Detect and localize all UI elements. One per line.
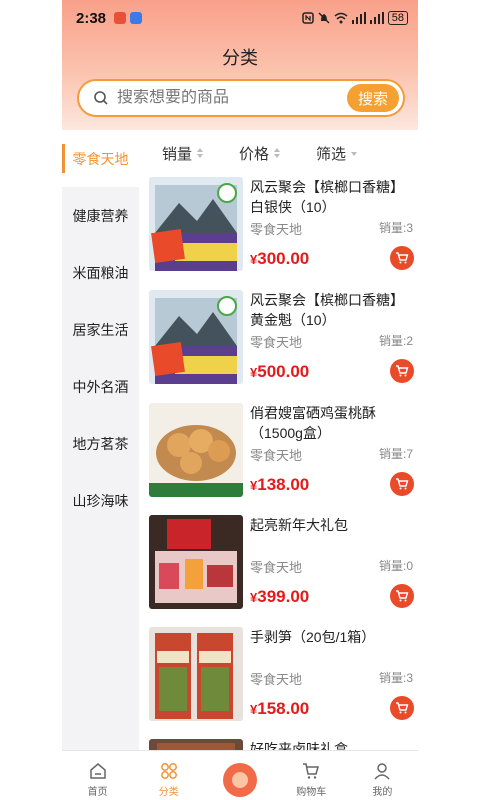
cart-icon	[396, 252, 409, 264]
filter-button[interactable]: 筛选	[316, 143, 393, 164]
product-category: 零食天地	[250, 672, 303, 687]
product-image	[149, 290, 243, 384]
product-price: ¥300.00	[250, 249, 309, 269]
add-to-cart-button[interactable]	[390, 359, 414, 383]
filter-label: 筛选	[316, 145, 347, 163]
tab-category-label: 分类	[158, 787, 179, 798]
sort-sales-label: 销量	[162, 145, 193, 163]
signal-icon	[369, 12, 384, 24]
sidebar-item-tea[interactable]: 地方茗茶	[62, 415, 139, 472]
product-list-panel: 销量 价格 筛选 风云聚会【槟榔口香糖】白银侠（10） 零食天地 销量:3 ¥3…	[139, 130, 418, 800]
app-notification-icon	[114, 12, 127, 24]
product-category: 零食天地	[250, 335, 303, 350]
nfc-icon	[302, 12, 314, 24]
product-price: ¥399.00	[250, 587, 309, 607]
product-image	[149, 177, 243, 271]
sort-price-label: 价格	[239, 145, 270, 163]
tab-home-label: 首页	[87, 787, 108, 798]
category-icon	[160, 763, 177, 779]
product-name[interactable]: 俏君嫂富硒鸡蛋桃酥（1500g盒）	[250, 403, 414, 443]
home-icon	[89, 763, 106, 779]
sort-by-price[interactable]: 价格	[239, 143, 316, 164]
status-bar: 2:38 58	[62, 0, 418, 36]
product-name[interactable]: 起亮新年大礼包	[250, 515, 414, 535]
product-sales: 销量:3	[378, 221, 413, 235]
product-image	[149, 403, 243, 497]
sidebar-item-grain-oil[interactable]: 米面粮油	[62, 244, 139, 301]
search-button[interactable]: 搜索	[347, 84, 399, 112]
category-sidebar: 零食天地 健康营养 米面粮油 居家生活 中外名酒 地方茗茶 山珍海味	[62, 130, 139, 750]
bottom-tab-bar: 首页 分类 购物车 我的	[62, 750, 418, 800]
battery-level: 58	[387, 11, 408, 25]
cart-icon	[396, 365, 409, 377]
product-card[interactable]: 风云聚会【槟榔口香糖】黄金魁（10） 零食天地 销量:2 ¥500.00	[149, 290, 414, 386]
product-price: ¥138.00	[250, 475, 309, 495]
product-category: 零食天地	[250, 560, 303, 575]
sidebar-item-health[interactable]: 健康营养	[62, 187, 139, 244]
mute-icon	[318, 12, 330, 24]
center-icon	[223, 763, 257, 797]
status-time: 2:38	[76, 9, 107, 27]
product-name[interactable]: 风云聚会【槟榔口香糖】黄金魁（10）	[250, 290, 414, 330]
product-name[interactable]: 风云聚会【槟榔口香糖】白银侠（10）	[250, 177, 414, 217]
product-card[interactable]: 俏君嫂富硒鸡蛋桃酥（1500g盒） 零食天地 销量:7 ¥138.00	[149, 403, 414, 499]
cart-icon	[396, 478, 409, 490]
device-frame-left	[0, 0, 62, 800]
cart-icon	[396, 590, 409, 602]
app-notification-icon	[130, 12, 143, 24]
search-bar: 搜索	[77, 79, 405, 117]
app-screen: 2:38 58 分类 搜索 零食天地 健康营养 米面粮油 居家生活 中外名酒 地…	[62, 0, 418, 800]
notification-icons	[114, 12, 143, 24]
signal-icon	[351, 12, 366, 24]
product-sales: 销量:7	[378, 447, 413, 461]
sort-bar: 销量 价格 筛选	[139, 130, 418, 176]
add-to-cart-button[interactable]	[390, 472, 414, 496]
tab-home[interactable]: 首页	[62, 751, 133, 800]
wifi-icon	[334, 12, 348, 24]
search-icon	[94, 91, 108, 105]
price-value: 300.00	[257, 249, 310, 268]
status-right-icons: 58	[302, 11, 408, 25]
product-sales: 销量:3	[378, 671, 413, 685]
product-card[interactable]: 风云聚会【槟榔口香糖】白银侠（10） 零食天地 销量:3 ¥300.00	[149, 177, 414, 273]
sidebar-item-liquor[interactable]: 中外名酒	[62, 358, 139, 415]
tab-profile-label: 我的	[372, 787, 393, 798]
product-card[interactable]: 起亮新年大礼包 零食天地 销量:0 ¥399.00	[149, 515, 414, 611]
sort-arrows-icon	[274, 148, 281, 158]
add-to-cart-button[interactable]	[390, 584, 414, 608]
sort-by-sales[interactable]: 销量	[162, 143, 239, 164]
cart-icon	[396, 702, 409, 714]
tab-center[interactable]	[204, 751, 275, 800]
add-to-cart-button[interactable]	[390, 696, 414, 720]
product-name[interactable]: 手剥笋（20包/1箱）	[250, 627, 414, 647]
price-value: 138.00	[257, 475, 310, 494]
sort-arrows-icon	[197, 148, 204, 158]
product-price: ¥158.00	[250, 699, 309, 719]
sidebar-item-delicacies[interactable]: 山珍海味	[62, 472, 139, 529]
tab-cart-label: 购物车	[296, 787, 327, 798]
product-card[interactable]: 手剥笋（20包/1箱） 零食天地 销量:3 ¥158.00	[149, 627, 414, 723]
cart-icon	[303, 763, 320, 779]
add-to-cart-button[interactable]	[390, 246, 414, 270]
product-category: 零食天地	[250, 448, 303, 463]
product-sales: 销量:0	[378, 559, 413, 573]
user-icon	[374, 763, 390, 780]
sidebar-item-snacks[interactable]: 零食天地	[62, 130, 139, 187]
product-price: ¥500.00	[250, 362, 309, 382]
tab-profile[interactable]: 我的	[347, 751, 418, 800]
price-value: 158.00	[257, 699, 310, 718]
product-image	[149, 515, 243, 609]
product-category: 零食天地	[250, 222, 303, 237]
product-sales: 销量:2	[378, 334, 413, 348]
tab-cart[interactable]: 购物车	[276, 751, 347, 800]
price-value: 500.00	[257, 362, 310, 381]
sidebar-item-home-living[interactable]: 居家生活	[62, 301, 139, 358]
product-image	[149, 627, 243, 721]
page-title: 分类	[222, 48, 258, 68]
chevron-down-icon	[351, 152, 358, 156]
search-input[interactable]	[117, 89, 337, 107]
price-value: 399.00	[257, 587, 310, 606]
tab-category[interactable]: 分类	[133, 751, 204, 800]
device-frame-right	[418, 0, 480, 800]
